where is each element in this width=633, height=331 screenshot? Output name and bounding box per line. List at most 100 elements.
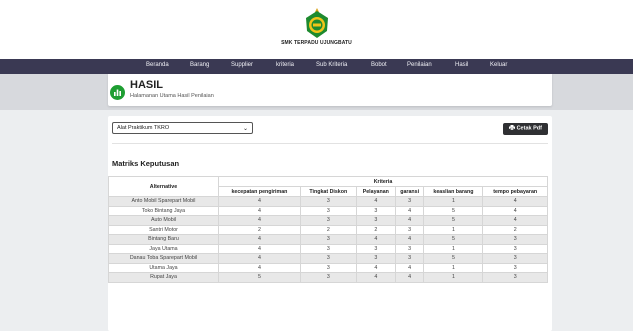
school-name: SMK TERPADU UJUNGBATU xyxy=(281,40,352,46)
score-cell: 3 xyxy=(482,243,548,254)
nav-item-keluar[interactable]: Keluar xyxy=(490,62,507,68)
score-cell: 3 xyxy=(299,205,357,216)
table-row: Bintang Baru 4 3 4 4 5 3 xyxy=(108,234,548,245)
score-cell: 4 xyxy=(355,272,396,283)
table-row: Utama Jaya 4 3 4 4 1 3 xyxy=(108,262,548,273)
score-cell: 2 xyxy=(355,224,396,235)
score-cell: 3 xyxy=(299,243,357,254)
nav-item-sub-kriteria[interactable]: Sub Kriteria xyxy=(316,62,347,68)
alternative-name: Utama Jaya xyxy=(108,262,219,273)
score-cell: 4 xyxy=(482,205,548,216)
score-cell: 3 xyxy=(299,234,357,245)
score-cell: 4 xyxy=(218,234,301,245)
score-cell: 1 xyxy=(423,272,484,283)
score-cell: 4 xyxy=(355,262,396,273)
score-cell: 4 xyxy=(218,262,301,273)
nav-item-beranda[interactable]: Beranda xyxy=(146,62,169,68)
score-cell: 4 xyxy=(394,234,425,245)
score-cell: 2 xyxy=(299,224,357,235)
score-cell: 3 xyxy=(355,205,396,216)
score-cell: 1 xyxy=(423,224,484,235)
score-cell: 3 xyxy=(482,253,548,264)
score-cell: 4 xyxy=(218,215,301,226)
matrix-body: Anto Mobil Sparepart Mobil 4 3 4 3 1 4 Toko Bin… xyxy=(108,196,548,283)
alternative-name: Auto Mobil xyxy=(108,215,219,226)
score-cell: 5 xyxy=(423,215,484,226)
score-cell: 3 xyxy=(482,234,548,245)
score-cell: 3 xyxy=(394,224,425,235)
bar-chart-icon xyxy=(110,85,125,100)
print-pdf-button[interactable]: Cetak Pdf xyxy=(503,123,548,135)
score-cell: 3 xyxy=(299,272,357,283)
print-pdf-label: Cetak Pdf xyxy=(516,125,542,132)
item-select-value: Alat Praktikum TKRO xyxy=(117,125,170,131)
nav-item-kriteria[interactable]: kriteria xyxy=(276,62,294,68)
score-cell: 4 xyxy=(218,196,301,207)
table-row: Anto Mobil Sparepart Mobil 4 3 4 3 1 4 xyxy=(108,196,548,207)
score-cell: 4 xyxy=(394,215,425,226)
nav-item-penilaian[interactable]: Penilaian xyxy=(407,62,432,68)
score-cell: 4 xyxy=(482,196,548,207)
score-cell: 3 xyxy=(482,262,548,273)
table-row: Toko Bintang Jaya 4 3 3 4 5 4 xyxy=(108,205,548,216)
divider xyxy=(112,143,548,144)
item-select[interactable]: Alat Praktikum TKRO ⌄ xyxy=(112,122,253,134)
column-header-criteria: Tingkat Diskon xyxy=(299,186,357,197)
score-cell: 3 xyxy=(355,253,396,264)
column-header-criteria: tempo pebayaran xyxy=(482,186,548,197)
score-cell: 2 xyxy=(218,224,301,235)
page-subtitle: Halamanan Utama Hasil Penilaian xyxy=(130,93,214,99)
table-row: Danau Toba Sparepart Mobil 4 3 3 3 5 3 xyxy=(108,253,548,264)
score-cell: 3 xyxy=(355,243,396,254)
score-cell: 3 xyxy=(299,262,357,273)
column-header-alternative: Alternative xyxy=(108,176,219,197)
page-header-card: HASIL Halamanan Utama Hasil Penilaian xyxy=(108,74,552,106)
score-cell: 3 xyxy=(299,215,357,226)
top-header: SMK TERPADU UJUNGBATU xyxy=(0,0,633,59)
main-navbar: Beranda Barang Supplier kriteria Sub Kri… xyxy=(0,59,633,74)
score-cell: 5 xyxy=(423,253,484,264)
table-row: Santri Motor 2 2 2 3 1 2 xyxy=(108,224,548,235)
page-header-band: HASIL Halamanan Utama Hasil Penilaian xyxy=(0,74,633,110)
alternative-name: Jaya Utama xyxy=(108,243,219,254)
score-cell: 4 xyxy=(218,253,301,264)
score-cell: 3 xyxy=(394,253,425,264)
nav-item-hasil[interactable]: Hasil xyxy=(455,62,468,68)
score-cell: 4 xyxy=(355,234,396,245)
score-cell: 5 xyxy=(423,234,484,245)
column-header-criteria: kecepatan pengiriman xyxy=(218,186,301,197)
column-header-criteria: garansi xyxy=(394,186,425,197)
score-cell: 3 xyxy=(394,243,425,254)
score-cell: 3 xyxy=(355,215,396,226)
score-cell: 4 xyxy=(394,262,425,273)
chevron-down-icon: ⌄ xyxy=(242,126,248,132)
nav-item-supplier[interactable]: Supplier xyxy=(231,62,253,68)
score-cell: 5 xyxy=(218,272,301,283)
score-cell: 1 xyxy=(423,196,484,207)
alternative-name: Bintang Baru xyxy=(108,234,219,245)
score-cell: 4 xyxy=(218,205,301,216)
decision-matrix-table: Alternative Kriteria kecepatan pengirima… xyxy=(108,176,548,283)
column-header-criteria: Pelayanan xyxy=(355,186,396,197)
column-header-kriteria: Kriteria xyxy=(218,176,548,187)
score-cell: 3 xyxy=(482,272,548,283)
score-cell: 3 xyxy=(299,196,357,207)
table-row: Jaya Utama 4 3 3 3 1 3 xyxy=(108,243,548,254)
alternative-name: Anto Mobil Sparepart Mobil xyxy=(108,196,219,207)
score-cell: 4 xyxy=(482,215,548,226)
school-logo xyxy=(306,8,328,38)
section-title: Matriks Keputusan xyxy=(112,159,180,168)
alternative-name: Santri Motor xyxy=(108,224,219,235)
column-header-criteria: keaslian barang xyxy=(423,186,484,197)
score-cell: 3 xyxy=(299,253,357,264)
score-cell: 4 xyxy=(355,196,396,207)
printer-icon xyxy=(509,125,516,131)
nav-item-barang[interactable]: Barang xyxy=(190,62,209,68)
nav-item-bobot[interactable]: Bobot xyxy=(371,62,387,68)
alternative-name: Rupat Jaya xyxy=(108,272,219,283)
score-cell: 2 xyxy=(482,224,548,235)
score-cell: 3 xyxy=(394,196,425,207)
results-panel: Alat Praktikum TKRO ⌄ Cetak Pdf Matriks … xyxy=(108,116,552,331)
score-cell: 4 xyxy=(218,243,301,254)
alternative-name: Toko Bintang Jaya xyxy=(108,205,219,216)
